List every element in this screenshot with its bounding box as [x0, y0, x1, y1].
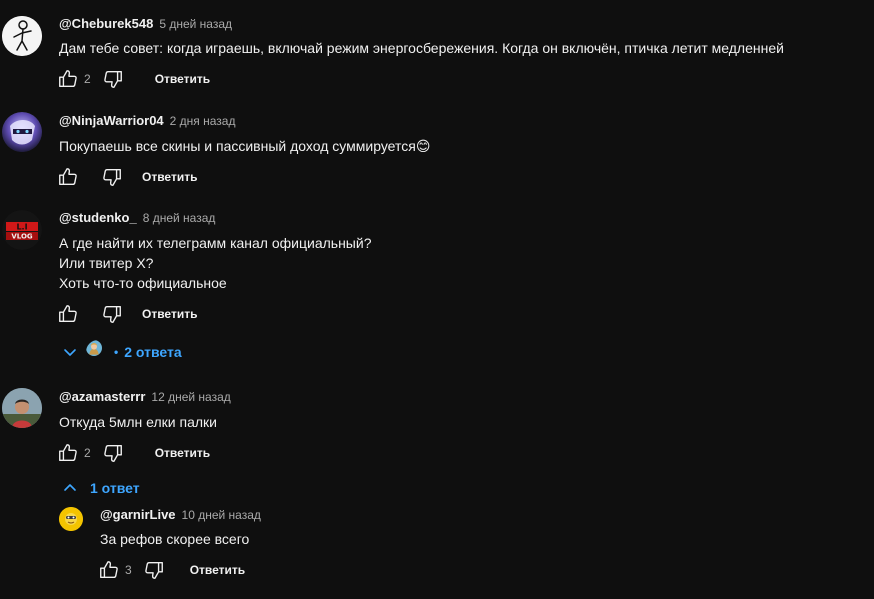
comment-time[interactable]: 8 дней назад	[143, 211, 216, 225]
comment-author[interactable]: @NinjaWarrior04	[59, 113, 164, 128]
comment-author[interactable]: @garnirLive	[100, 507, 176, 522]
reply-button[interactable]: Ответить	[190, 563, 245, 577]
reply-button[interactable]: Ответить	[155, 72, 210, 86]
chevron-down-icon	[64, 349, 76, 356]
comment-text: За рефов скорее всего	[100, 531, 250, 547]
stick-figure-icon	[2, 16, 42, 56]
comment-text-line: Или твитер X?	[59, 255, 154, 271]
comment-text-line: Хоть что-то официальное	[59, 275, 227, 291]
thumbs-up-icon	[100, 561, 118, 579]
svg-text:VLOG: VLOG	[11, 233, 33, 241]
avatar[interactable]: L.I VLOG	[2, 210, 42, 250]
photo-avatar-icon	[2, 388, 42, 428]
comment-time[interactable]: 12 дней назад	[151, 390, 230, 404]
thumbs-down-icon	[103, 70, 122, 88]
comment-text: Покупаешь все скины и пассивный доход су…	[59, 138, 431, 154]
reply-button[interactable]: Ответить	[142, 307, 197, 321]
like-count: 2	[84, 446, 91, 460]
comment-time[interactable]: 10 дней назад	[182, 508, 261, 522]
thumbs-up-icon	[59, 305, 77, 323]
thumbs-down-icon	[103, 305, 121, 323]
thumbs-down-icon	[103, 168, 121, 186]
like-button[interactable]	[56, 67, 80, 91]
hide-replies-button[interactable]: 1 ответ	[62, 476, 140, 500]
like-button[interactable]	[56, 165, 80, 189]
reply-button[interactable]: Ответить	[155, 446, 210, 460]
replies-count-label[interactable]: 2 ответа	[124, 344, 181, 360]
like-button[interactable]	[97, 558, 121, 582]
reply-author-avatar	[86, 340, 110, 364]
separator-dot: •	[114, 345, 119, 359]
comment-text: Откуда 5млн елки палки	[59, 414, 217, 430]
dislike-button[interactable]	[142, 558, 166, 582]
yellow-character-icon	[59, 507, 83, 531]
svg-text:L.I: L.I	[16, 223, 27, 232]
comment-text: Дам тебе совет: когда играешь, включай р…	[59, 40, 784, 56]
thumbs-down-icon	[103, 444, 122, 462]
comment-author[interactable]: @Cheburek548	[59, 16, 153, 31]
comment-text-line: А где найти их телеграмм канал официальн…	[59, 235, 372, 251]
dislike-button[interactable]	[100, 302, 124, 326]
show-replies-button[interactable]: • 2 ответа	[62, 340, 182, 364]
vlog-logo-icon: L.I VLOG	[2, 210, 42, 250]
avatar[interactable]	[59, 507, 83, 531]
thumbs-down-icon	[144, 561, 163, 579]
thumbs-up-icon	[59, 444, 77, 462]
dislike-button[interactable]	[101, 67, 125, 91]
reply-button[interactable]: Ответить	[142, 170, 197, 184]
replies-count-label[interactable]: 1 ответ	[90, 480, 140, 496]
thumbs-up-icon	[59, 168, 77, 186]
comment-author[interactable]: @studenko_	[59, 210, 137, 225]
comment-time[interactable]: 5 дней назад	[159, 17, 232, 31]
like-button[interactable]	[56, 302, 80, 326]
like-count: 3	[125, 563, 132, 577]
chevron-up-icon	[64, 484, 76, 491]
like-count: 2	[84, 72, 91, 86]
like-button[interactable]	[56, 441, 80, 465]
avatar[interactable]	[2, 112, 42, 152]
dislike-button[interactable]	[101, 441, 125, 465]
dislike-button[interactable]	[100, 165, 124, 189]
girl-avatar-icon	[86, 340, 102, 356]
avatar[interactable]	[2, 388, 42, 428]
thumbs-up-icon	[59, 70, 77, 88]
ninja-avatar-icon	[2, 112, 42, 152]
comment-time[interactable]: 2 дня назад	[170, 114, 236, 128]
comment-author[interactable]: @azamasterrr	[59, 389, 145, 404]
avatar[interactable]	[2, 16, 42, 56]
